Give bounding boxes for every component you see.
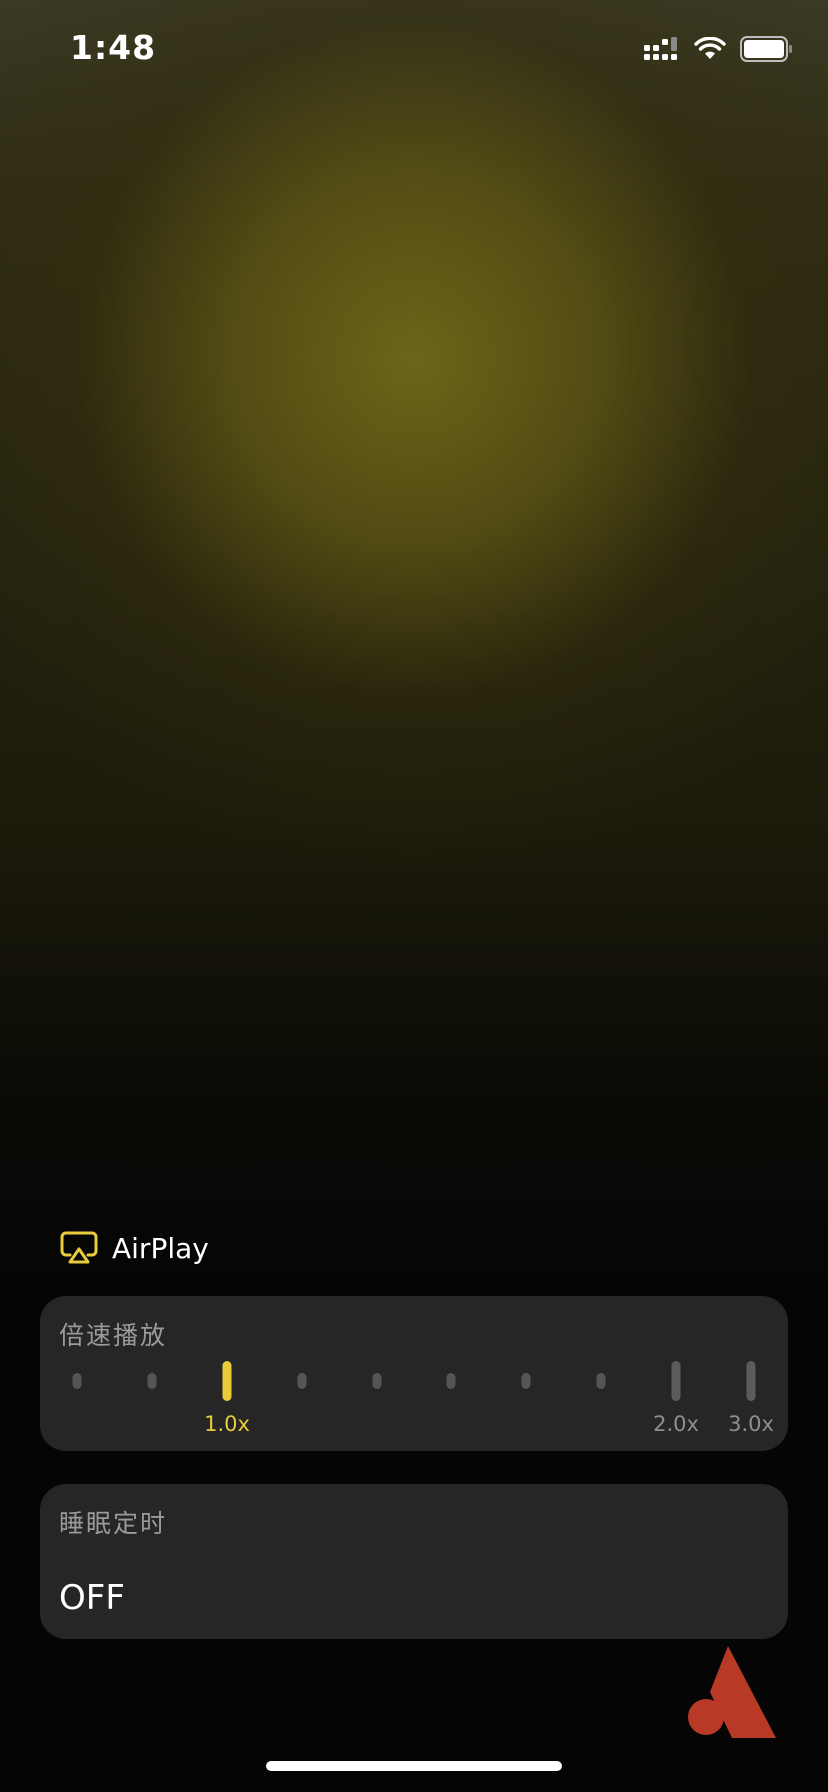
speed-label-3x: 3.0x bbox=[728, 1412, 774, 1436]
playback-speed-title: 倍速播放 bbox=[59, 1321, 168, 1350]
speed-tick-selected[interactable] bbox=[222, 1361, 232, 1401]
sleep-timer-value[interactable]: OFF bbox=[59, 1578, 125, 1618]
speed-label-1x: 1.0x bbox=[204, 1412, 250, 1436]
speed-tick-3x[interactable] bbox=[746, 1361, 756, 1401]
player-settings-screen: 1:48 AirPlay 倍速播放 1.0x 2.0x 3.0x 睡眠定时 OF… bbox=[0, 0, 828, 1792]
sleep-timer-card[interactable]: 睡眠定时 OFF bbox=[40, 1484, 788, 1639]
cellular-signal-icon bbox=[644, 37, 677, 60]
airplay-button[interactable]: AirPlay bbox=[60, 1226, 209, 1270]
status-time: 1:48 bbox=[70, 28, 157, 67]
speed-tick[interactable] bbox=[297, 1373, 307, 1389]
sleep-timer-title: 睡眠定时 bbox=[59, 1509, 168, 1538]
speed-tick[interactable] bbox=[521, 1373, 531, 1389]
speed-slider[interactable]: 1.0x 2.0x 3.0x bbox=[40, 1358, 788, 1448]
playback-speed-card: 倍速播放 1.0x 2.0x 3.0x bbox=[40, 1296, 788, 1451]
speed-tick[interactable] bbox=[147, 1373, 157, 1389]
battery-icon bbox=[740, 36, 792, 62]
brand-logo-icon bbox=[688, 1646, 776, 1738]
speed-tick-2x[interactable] bbox=[671, 1361, 681, 1401]
home-indicator[interactable] bbox=[266, 1761, 562, 1771]
speed-tick[interactable] bbox=[372, 1373, 382, 1389]
speed-tick[interactable] bbox=[72, 1373, 82, 1389]
speed-tick[interactable] bbox=[596, 1373, 606, 1389]
wifi-icon bbox=[694, 37, 726, 59]
airplay-label: AirPlay bbox=[112, 1231, 209, 1265]
speed-label-2x: 2.0x bbox=[653, 1412, 699, 1436]
status-icons bbox=[644, 34, 794, 64]
speed-tick[interactable] bbox=[446, 1373, 456, 1389]
airplay-icon bbox=[60, 1231, 98, 1264]
